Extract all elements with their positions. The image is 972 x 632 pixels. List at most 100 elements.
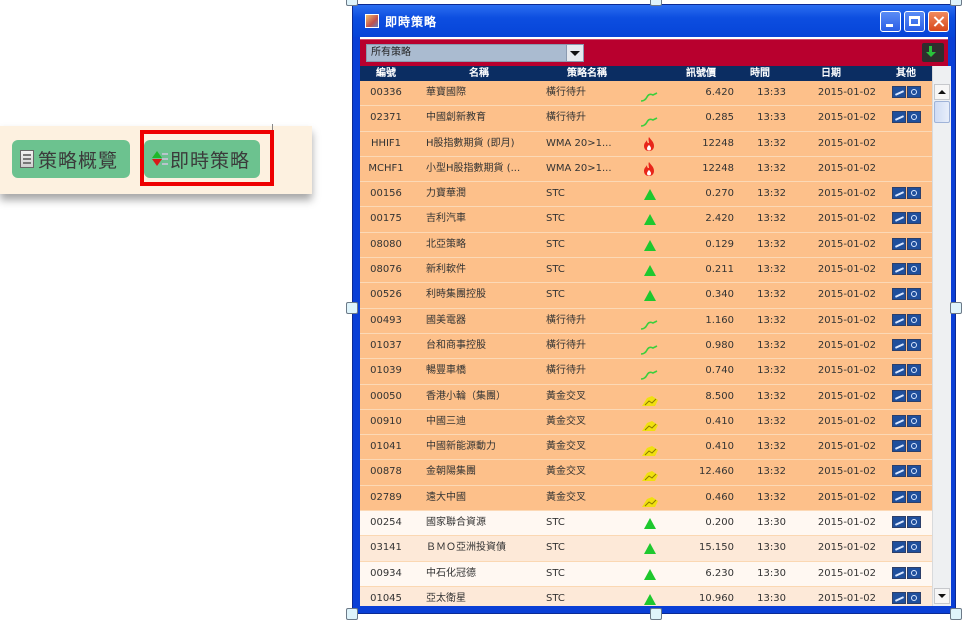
maximize-button[interactable] [904, 11, 925, 32]
chevron-down-icon[interactable] [566, 45, 583, 61]
chart-icon[interactable] [892, 212, 906, 225]
column-header-date[interactable]: 日期 [786, 66, 876, 81]
table-row[interactable]: HHIF1 H股指數期貨 (即月) WMA 20>1... 12248 13:32 201… [360, 131, 932, 157]
detail-icon[interactable] [907, 516, 921, 529]
detail-icon[interactable] [907, 440, 921, 453]
cell-signal [628, 536, 668, 560]
export-button[interactable] [922, 43, 944, 62]
detail-icon[interactable] [907, 187, 921, 200]
chart-icon[interactable] [892, 338, 906, 351]
chart-icon[interactable] [892, 187, 906, 200]
cell-date: 2015-01-02 [817, 188, 876, 200]
detail-icon[interactable] [907, 541, 921, 554]
column-header-signal[interactable] [628, 66, 668, 81]
minimize-button[interactable] [880, 11, 901, 32]
table-row[interactable]: 03141 ＢＭＯ亞洲投資債 STC 15.150 13:30 2015-01-02 [360, 536, 932, 562]
chart-icon[interactable] [892, 591, 906, 604]
resize-handle-top[interactable] [650, 0, 662, 6]
chart-icon[interactable] [892, 263, 906, 276]
table-row[interactable]: 00878 金朝陽集團 黃金交叉 12.460 13:32 2015-01-02 [360, 460, 932, 486]
chart-icon[interactable] [892, 237, 906, 250]
table-row[interactable]: 02789 遠大中國 黃金交叉 0.460 13:32 2015-01-02 [360, 485, 932, 512]
table-row[interactable]: 00175 吉利汽車 STC 2.420 13:32 2015-01-02 [360, 207, 932, 233]
table-row[interactable]: 00156 力寶華潤 STC 0.270 13:32 2015-01-02 [360, 182, 932, 208]
title-bar[interactable]: 即時策略 [353, 5, 955, 37]
resize-handle-right[interactable] [950, 302, 962, 314]
chart-icon[interactable] [892, 490, 906, 503]
detail-icon[interactable] [907, 212, 921, 225]
table-row[interactable]: 00526 利時集團控股 STC 0.340 13:32 2015-01-02 [360, 283, 932, 309]
detail-icon[interactable] [907, 364, 921, 377]
up-down-signal-icon [152, 150, 168, 168]
table-row[interactable]: 00254 國家聯合資源 STC 0.200 13:30 2015-01-02 [360, 511, 932, 537]
table-row[interactable]: 00934 中石化冠德 STC 6.230 13:30 2015-01-02 [360, 561, 932, 587]
table-row[interactable]: 00336 華寶國際 橫行待升 6.420 13:33 2015-01-02 [360, 81, 932, 107]
detail-icon[interactable] [907, 338, 921, 351]
column-header-name[interactable]: 名稱 [412, 66, 546, 81]
column-header-other[interactable]: 其他 [876, 66, 932, 81]
strategy-overview-button[interactable]: 策略概覽 [12, 140, 130, 178]
chart-icon[interactable] [892, 414, 906, 427]
detail-icon[interactable] [907, 490, 921, 503]
cell-price: 8.500 [705, 390, 734, 402]
cell-strategy: 橫行待升 [546, 314, 586, 326]
detail-icon[interactable] [907, 591, 921, 604]
chart-icon[interactable] [892, 566, 906, 579]
chart-icon[interactable] [892, 440, 906, 453]
column-header-time[interactable]: 時間 [734, 66, 786, 81]
chart-icon[interactable] [892, 541, 906, 554]
chart-icon[interactable] [892, 389, 906, 402]
resize-handle-top-left[interactable] [346, 0, 358, 6]
trend-line-icon [640, 341, 658, 355]
column-header-code[interactable]: 編號 [360, 66, 412, 81]
detail-icon[interactable] [907, 263, 921, 276]
cell-strategy: 黃金交叉 [546, 415, 586, 427]
cell-date: 2015-01-02 [817, 238, 876, 250]
table-row[interactable]: 01037 台和商事控股 橫行待升 0.980 13:32 2015-01-02 [360, 333, 932, 360]
resize-handle-left[interactable] [346, 302, 358, 314]
column-header-strategy[interactable]: 策略名稱 [546, 66, 628, 81]
table-row[interactable]: 02371 中國創新教育 橫行待升 0.285 13:33 2015-01-02 [360, 106, 932, 132]
resize-handle-bottom[interactable] [650, 608, 662, 620]
table-row[interactable]: MCHF1 小型H股指數期貨 (... WMA 20>1... 12248 13:32 2… [360, 156, 932, 183]
scroll-up-button[interactable] [934, 84, 950, 100]
detail-icon[interactable] [907, 465, 921, 478]
scroll-down-button[interactable] [934, 588, 950, 604]
resize-handle-bottom-left[interactable] [346, 608, 358, 620]
resize-handle-bottom-right[interactable] [950, 608, 962, 620]
chart-icon[interactable] [892, 86, 906, 98]
chart-icon[interactable] [892, 364, 906, 377]
vertical-scrollbar[interactable] [932, 66, 951, 606]
table-row[interactable]: 00910 中國三迪 黃金交叉 0.410 13:32 2015-01-02 [360, 409, 932, 436]
table-row[interactable]: 01041 中國新能源動力 黃金交叉 0.410 13:32 2015-01-02 [360, 435, 932, 461]
detail-icon[interactable] [907, 313, 921, 326]
detail-icon[interactable] [907, 566, 921, 579]
scroll-thumb[interactable] [934, 101, 950, 123]
chart-icon[interactable] [892, 465, 906, 478]
up-arrow-icon [644, 568, 656, 580]
strategy-filter-select[interactable]: 所有策略 [366, 44, 584, 62]
detail-icon[interactable] [907, 86, 921, 98]
trend-line-icon [640, 366, 658, 381]
close-button[interactable] [928, 11, 949, 32]
chart-icon[interactable] [892, 288, 906, 301]
table-row[interactable]: 08076 新利軟件 STC 0.211 13:32 2015-01-02 [360, 258, 932, 284]
table-row[interactable]: 01045 亞太衛星 STC 10.960 13:30 2015-01-02 [360, 586, 932, 606]
detail-icon[interactable] [907, 237, 921, 250]
signal-table: 編號 名稱 策略名稱 訊號價 時間 日期 其他 00336 華寶國際 橫行待升 6.4… [360, 66, 932, 606]
detail-icon[interactable] [907, 111, 921, 124]
detail-icon[interactable] [907, 389, 921, 402]
chart-icon[interactable] [892, 516, 906, 529]
column-header-price[interactable]: 訊號價 [668, 66, 734, 81]
table-row[interactable]: 00050 香港小輪（集團） 黃金交叉 8.500 13:32 2015-01-02 [360, 384, 932, 410]
table-row[interactable]: 00493 國美電器 橫行待升 1.160 13:32 2015-01-02 [360, 308, 932, 334]
table-row[interactable]: 01039 暢豐車橋 橫行待升 0.740 13:32 2015-01-02 [360, 359, 932, 385]
cell-date: 2015-01-02 [817, 264, 876, 276]
resize-handle-top-right[interactable] [950, 0, 962, 6]
detail-icon[interactable] [907, 288, 921, 301]
chart-icon[interactable] [892, 111, 906, 124]
detail-icon[interactable] [907, 414, 921, 427]
chart-icon[interactable] [892, 313, 906, 326]
table-row[interactable]: 08080 北亞策略 STC 0.129 13:32 2015-01-02 [360, 232, 932, 259]
realtime-strategy-button[interactable]: 即時策略 [144, 140, 260, 178]
